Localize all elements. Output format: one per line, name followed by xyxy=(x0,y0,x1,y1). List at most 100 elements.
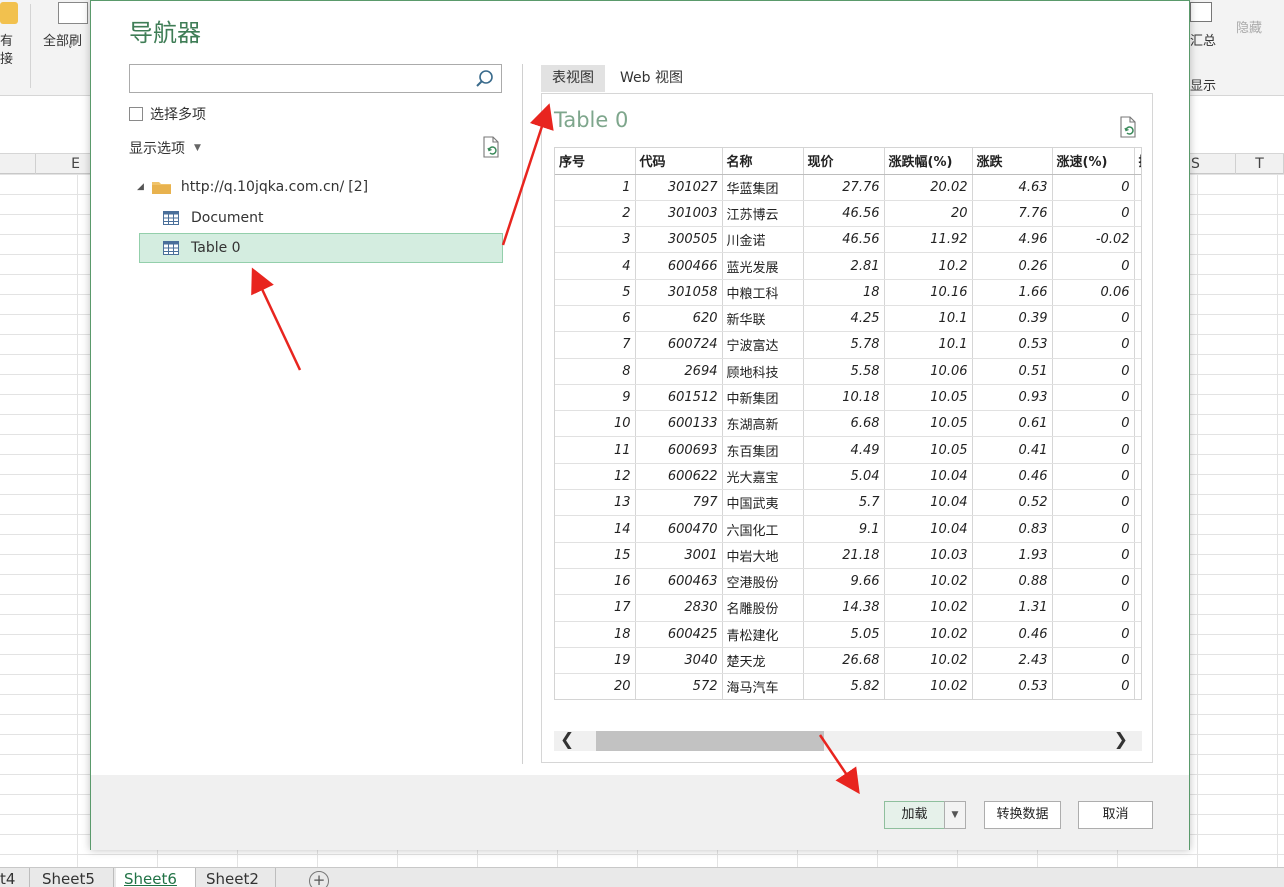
search-field[interactable] xyxy=(130,65,460,92)
tab-web-view[interactable]: Web 视图 xyxy=(609,65,694,92)
scrollbar-thumb[interactable] xyxy=(596,731,824,751)
table-row[interactable]: 1 301027 华蓝集团 27.76 20.02 4.63 0 xyxy=(555,174,1141,201)
scroll-left-icon[interactable]: ❮ xyxy=(560,730,574,750)
table-row[interactable]: 4 600466 蓝光发展 2.81 10.2 0.26 0 xyxy=(555,252,1141,280)
table-column-header[interactable]: 代码 xyxy=(635,148,723,175)
hide-detail-button[interactable]: 隐藏 xyxy=(1236,17,1262,36)
table-row[interactable]: 11 600693 东百集团 4.49 10.05 0.41 0 xyxy=(555,436,1141,464)
refresh-all-caret[interactable]: ˅ xyxy=(68,46,73,56)
table-column-header[interactable]: 换 xyxy=(1134,148,1141,175)
horizontal-scrollbar[interactable]: ❮ ❯ xyxy=(554,730,1142,751)
table-row[interactable]: 2 301003 江苏博云 46.56 20 7.76 0 xyxy=(555,200,1141,228)
preview-pane: Table 0 序号代码名称现价涨跌幅(%)涨跌涨速(%)换 1301027华蓝… xyxy=(541,93,1153,763)
table-row[interactable]: 8 2694 顾地科技 5.58 10.06 0.51 0 xyxy=(555,358,1141,385)
table-cell: 3001 xyxy=(635,542,723,569)
table-row[interactable]: 15 3001 中岩大地 21.18 10.03 1.93 0 xyxy=(555,542,1141,569)
table-cell: 东湖高新 xyxy=(722,410,804,438)
table-cell: 20.02 xyxy=(884,174,973,201)
tree-source-count: [2] xyxy=(348,179,369,195)
subtotal-button[interactable]: 汇总 xyxy=(1190,30,1216,49)
table-column-header[interactable]: 名称 xyxy=(722,148,804,175)
search-input[interactable] xyxy=(129,64,502,93)
table-cell: 1.93 xyxy=(972,542,1053,569)
table-row[interactable]: 18 600425 青松建化 5.05 10.02 0.46 0 xyxy=(555,621,1141,648)
display-options-dropdown[interactable]: 显示选项 ▼ xyxy=(129,138,201,158)
table-cell: 5.78 xyxy=(803,331,885,359)
transform-data-button[interactable]: 转换数据 xyxy=(984,801,1061,829)
table-cell: 4 xyxy=(555,252,636,280)
refresh-icon[interactable] xyxy=(1118,116,1138,138)
select-multiple-checkbox[interactable] xyxy=(129,107,143,121)
expand-arrow-icon[interactable]: ◢ xyxy=(137,182,144,192)
table-row[interactable]: 7 600724 宁波富达 5.78 10.1 0.53 0 xyxy=(555,331,1141,359)
table-row[interactable]: 5 301058 中粮工科 18 10.16 1.66 0.06 xyxy=(555,279,1141,306)
select-multiple[interactable]: 选择多项 xyxy=(129,105,206,123)
data-table: 序号代码名称现价涨跌幅(%)涨跌涨速(%)换 1301027华蓝集团27.762… xyxy=(555,148,1141,699)
tree-item-table0[interactable]: Table 0 xyxy=(139,233,503,263)
cancel-button[interactable]: 取消 xyxy=(1078,801,1153,829)
table-cell: 1.66 xyxy=(972,279,1053,306)
table-cell: 10.02 xyxy=(884,647,973,675)
table-cell: 中国武夷 xyxy=(722,489,804,517)
table-column-header[interactable]: 现价 xyxy=(803,148,885,175)
tree-item-source[interactable]: ◢ http://q.10jqka.com.cn/ [2] xyxy=(137,172,368,202)
table-cell: 797 xyxy=(635,489,723,517)
pane-divider[interactable] xyxy=(522,64,523,764)
table-cell-cut-off xyxy=(1134,279,1141,306)
tab-table-view[interactable]: 表视图 xyxy=(541,65,605,92)
table-row[interactable]: 9 601512 中新集团 10.18 10.05 0.93 0 xyxy=(555,384,1141,412)
table-icon xyxy=(163,241,179,255)
table-cell: 8 xyxy=(555,358,636,385)
table-row[interactable]: 16 600463 空港股份 9.66 10.02 0.88 0 xyxy=(555,568,1141,596)
sheet-tab-active[interactable]: Sheet6 xyxy=(116,868,196,887)
table-cell: 20 xyxy=(555,673,636,699)
add-sheet-button[interactable]: + xyxy=(309,871,329,887)
search-icon[interactable] xyxy=(475,69,495,89)
table-column-header[interactable]: 涨跌 xyxy=(972,148,1053,175)
table-row[interactable]: 17 2830 名雕股份 14.38 10.02 1.31 0 xyxy=(555,594,1141,622)
table-cell: 2.43 xyxy=(972,647,1053,675)
chevron-down-icon[interactable]: ▼ xyxy=(944,801,966,829)
table-cell: 5.05 xyxy=(803,621,885,648)
table-cell: 6 xyxy=(555,305,636,333)
table-row[interactable]: 12 600622 光大嘉宝 5.04 10.04 0.46 0 xyxy=(555,463,1141,491)
load-button[interactable]: 加载 xyxy=(884,801,945,829)
sheet-tab[interactable]: t4 xyxy=(0,868,30,887)
table-row[interactable]: 20 572 海马汽车 5.82 10.02 0.53 0 xyxy=(555,673,1141,699)
table-cell: 0 xyxy=(1052,410,1135,438)
table-row[interactable]: 10 600133 东湖高新 6.68 10.05 0.61 0 xyxy=(555,410,1141,438)
scroll-right-icon[interactable]: ❯ xyxy=(1114,730,1128,750)
table-cell: 5 xyxy=(555,279,636,306)
sheet-tab[interactable]: Sheet2 xyxy=(198,868,276,887)
refresh-icon[interactable] xyxy=(481,136,501,158)
table-cell: 11.92 xyxy=(884,226,973,254)
table-cell-cut-off xyxy=(1134,542,1141,569)
tree-item-document[interactable]: Document xyxy=(163,203,264,233)
table-cell: 3040 xyxy=(635,647,723,675)
table-cell: 10.02 xyxy=(884,673,973,699)
table-row[interactable]: 3 300505 川金诺 46.56 11.92 4.96 -0.02 xyxy=(555,226,1141,254)
table-cell: 9.1 xyxy=(803,515,885,543)
data-preview-table[interactable]: 序号代码名称现价涨跌幅(%)涨跌涨速(%)换 1301027华蓝集团27.762… xyxy=(554,147,1142,700)
ribbon-connections-label-2: 接 xyxy=(0,52,14,67)
tree-item-label: Table 0 xyxy=(191,240,241,256)
table-cell: 东百集团 xyxy=(722,436,804,464)
column-header-t[interactable]: T xyxy=(1236,154,1284,174)
sheet-tab[interactable]: Sheet5 xyxy=(34,868,114,887)
table-cell: 46.56 xyxy=(803,200,885,228)
table-column-header[interactable]: 涨速(%) xyxy=(1052,148,1135,175)
table-cell: 2 xyxy=(555,200,636,228)
table-column-header[interactable]: 序号 xyxy=(555,148,636,175)
table-cell: 0 xyxy=(1052,647,1135,675)
table-row[interactable]: 19 3040 楚天龙 26.68 10.02 2.43 0 xyxy=(555,647,1141,675)
table-cell-cut-off xyxy=(1134,594,1141,622)
table-cell: 0.26 xyxy=(972,252,1053,280)
table-cell: 17 xyxy=(555,594,636,622)
refresh-all-button[interactable]: 全部刷 xyxy=(43,30,82,49)
table-column-header[interactable]: 涨跌幅(%) xyxy=(884,148,973,175)
table-row[interactable]: 14 600470 六国化工 9.1 10.04 0.83 0 xyxy=(555,515,1141,543)
table-row[interactable]: 13 797 中国武夷 5.7 10.04 0.52 0 xyxy=(555,489,1141,517)
table-cell: 600133 xyxy=(635,410,723,438)
table-row[interactable]: 6 620 新华联 4.25 10.1 0.39 0 xyxy=(555,305,1141,333)
column-header-cell[interactable] xyxy=(0,154,36,174)
